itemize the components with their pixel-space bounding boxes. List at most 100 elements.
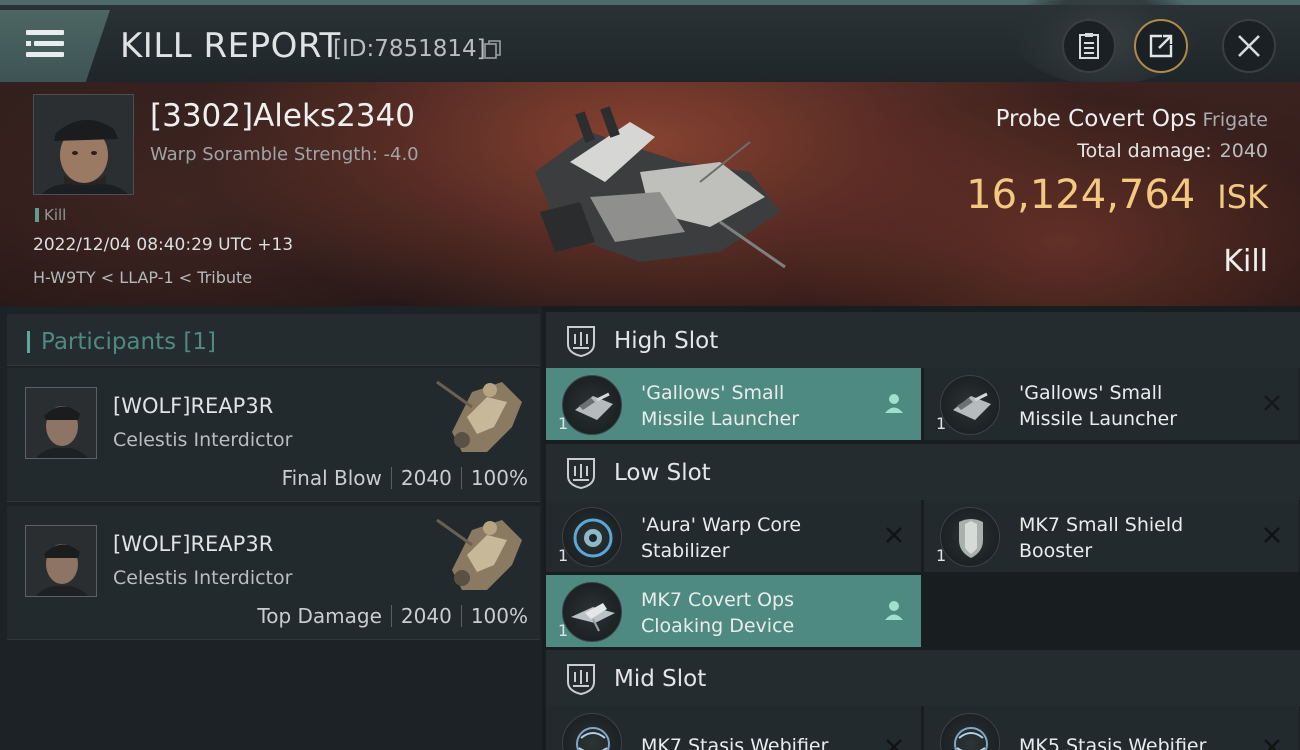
cloaking-device-icon [562, 582, 622, 642]
hamburger-icon-dot [26, 41, 31, 46]
hamburger-icon [26, 30, 64, 35]
victim-pilot-name[interactable]: [3302]Aleks2340 [150, 98, 415, 134]
portrait-image [26, 388, 96, 458]
clipboard-button[interactable] [1062, 19, 1116, 73]
person-icon [885, 394, 903, 413]
mid-slot-label: Mid Slot [614, 666, 707, 692]
participant-role: Final Blow [281, 466, 382, 490]
x-icon [1264, 395, 1280, 411]
hamburger-icon-bar [26, 52, 64, 57]
participant-damage: 2040 [400, 604, 452, 628]
isk-value: 16,124,764 ISK [966, 172, 1268, 218]
x-icon [1264, 739, 1280, 750]
module-item[interactable]: 1 MK7 Covert Ops Cloaking Device [546, 575, 921, 647]
title-bar: KILL REPORT [ID:7851814] [0, 0, 1300, 85]
participant-ship: Celestis Interdictor [113, 567, 293, 589]
stasis-webifier-icon [940, 713, 1000, 750]
module-name: MK5 Stasis Webifier [1019, 733, 1259, 750]
participants-header: Participants [1] [7, 314, 540, 366]
x-icon [886, 527, 902, 543]
module-name: MK7 Covert Ops Cloaking Device [641, 587, 881, 639]
module-item[interactable]: 1 MK7 Small Shield Booster [924, 500, 1299, 572]
module-item[interactable]: MK7 Stasis Webifier [546, 706, 921, 750]
module-name: 'Gallows' Small Missile Launcher [641, 380, 881, 432]
total-damage-value: 2040 [1219, 140, 1268, 162]
kill-tag: Kill [35, 206, 66, 224]
menu-button[interactable] [0, 10, 110, 82]
module-name-line: MK5 Stasis Webifier [1019, 735, 1207, 750]
module-name-line: Booster [1019, 540, 1093, 562]
participant-percent: 100% [470, 604, 528, 628]
separator [390, 467, 392, 489]
page-title: KILL REPORT [120, 26, 341, 66]
close-button[interactable] [1222, 19, 1276, 73]
hamburger-icon-bar [34, 41, 64, 46]
fitting-panel: High Slot 1 'Gallows' Small Missile Laun… [542, 306, 1300, 750]
share-icon [1149, 34, 1173, 58]
stasis-webifier-icon [562, 713, 622, 750]
slot-shield-icon [567, 458, 595, 490]
mid-slot-header: Mid Slot [546, 650, 1300, 706]
x-icon [1264, 527, 1280, 543]
module-name-line: MK7 Covert Ops [641, 589, 795, 611]
person-icon [885, 601, 903, 620]
module-item[interactable]: 1 'Gallows' Small Missile Launcher [924, 368, 1299, 440]
portrait-image [26, 526, 96, 596]
module-name-line: 'Aura' Warp Core [641, 514, 802, 536]
close-icon [1238, 35, 1260, 57]
participant-percent: 100% [470, 466, 528, 490]
participant-row[interactable]: [WOLF]REAP3R Celestis Interdictor Final … [7, 368, 540, 502]
participant-avatar[interactable] [25, 525, 97, 597]
portrait-image [34, 95, 133, 194]
module-item[interactable]: 1 'Aura' Warp Core Stabilizer [546, 500, 921, 572]
missile-launcher-icon [940, 375, 1000, 435]
module-item[interactable]: 1 'Gallows' Small Missile Launcher [546, 368, 921, 440]
share-button[interactable] [1134, 19, 1188, 73]
warp-core-stabilizer-icon [562, 507, 622, 567]
module-quantity: 1 [936, 414, 947, 433]
isk-amount: 16,124,764 [966, 172, 1196, 218]
report-id: [ID:7851814] [333, 36, 486, 62]
separator [390, 605, 392, 627]
module-item[interactable]: MK5 Stasis Webifier [924, 706, 1299, 750]
module-quantity: 1 [558, 546, 569, 565]
slot-shield-icon [567, 664, 595, 696]
low-slot-label: Low Slot [614, 460, 711, 486]
module-name-line: MK7 Small Shield [1019, 514, 1184, 536]
total-damage: Total damage: 2040 [1077, 140, 1268, 162]
participant-damage: 2040 [400, 466, 452, 490]
module-name-line: MK7 Stasis Webifier [641, 735, 829, 750]
participant-avatar[interactable] [25, 387, 97, 459]
participant-ship: Celestis Interdictor [113, 429, 293, 451]
module-quantity: 1 [558, 621, 569, 640]
victim-ship-name: Probe Covert Ops [995, 106, 1197, 132]
participant-stats: Top Damage 2040 100% [257, 604, 528, 628]
participant-ship-image [436, 380, 522, 452]
victim-ship-class: Frigate [1202, 109, 1268, 131]
module-name-line: Stabilizer [641, 540, 730, 562]
copy-icon[interactable] [484, 40, 502, 60]
isk-unit: ISK [1217, 178, 1268, 216]
victim-ship[interactable]: Probe Covert Ops Frigate [996, 106, 1268, 132]
participant-row[interactable]: [WOLF]REAP3R Celestis Interdictor Top Da… [7, 506, 540, 640]
module-name-line: Cloaking Device [641, 615, 795, 637]
separator [460, 605, 462, 627]
kill-datetime: 2022/12/04 08:40:29 UTC +13 [33, 235, 294, 255]
high-slot-label: High Slot [614, 328, 719, 354]
participant-name: [WOLF]REAP3R [113, 394, 274, 418]
module-name: 'Aura' Warp Core Stabilizer [641, 512, 881, 564]
victim-avatar[interactable] [33, 94, 134, 195]
total-damage-label: Total damage: [1077, 140, 1212, 162]
participant-stats: Final Blow 2040 100% [282, 466, 528, 490]
victim-ship-image [535, 106, 786, 269]
participant-ship-image [436, 518, 522, 590]
missile-launcher-icon [562, 375, 622, 435]
module-name: 'Gallows' Small Missile Launcher [1019, 380, 1259, 432]
kill-outcome: Kill [1223, 244, 1268, 279]
kill-location[interactable]: H-W9TY < LLAP-1 < Tribute [33, 268, 252, 287]
high-slot-header: High Slot [546, 312, 1300, 368]
participants-panel: Participants [1] [WOLF]REAP3R Celestis I… [0, 306, 542, 750]
clipboard-icon [1079, 33, 1099, 59]
module-quantity: 1 [936, 546, 947, 565]
module-name-line: Missile Launcher [1019, 408, 1178, 430]
